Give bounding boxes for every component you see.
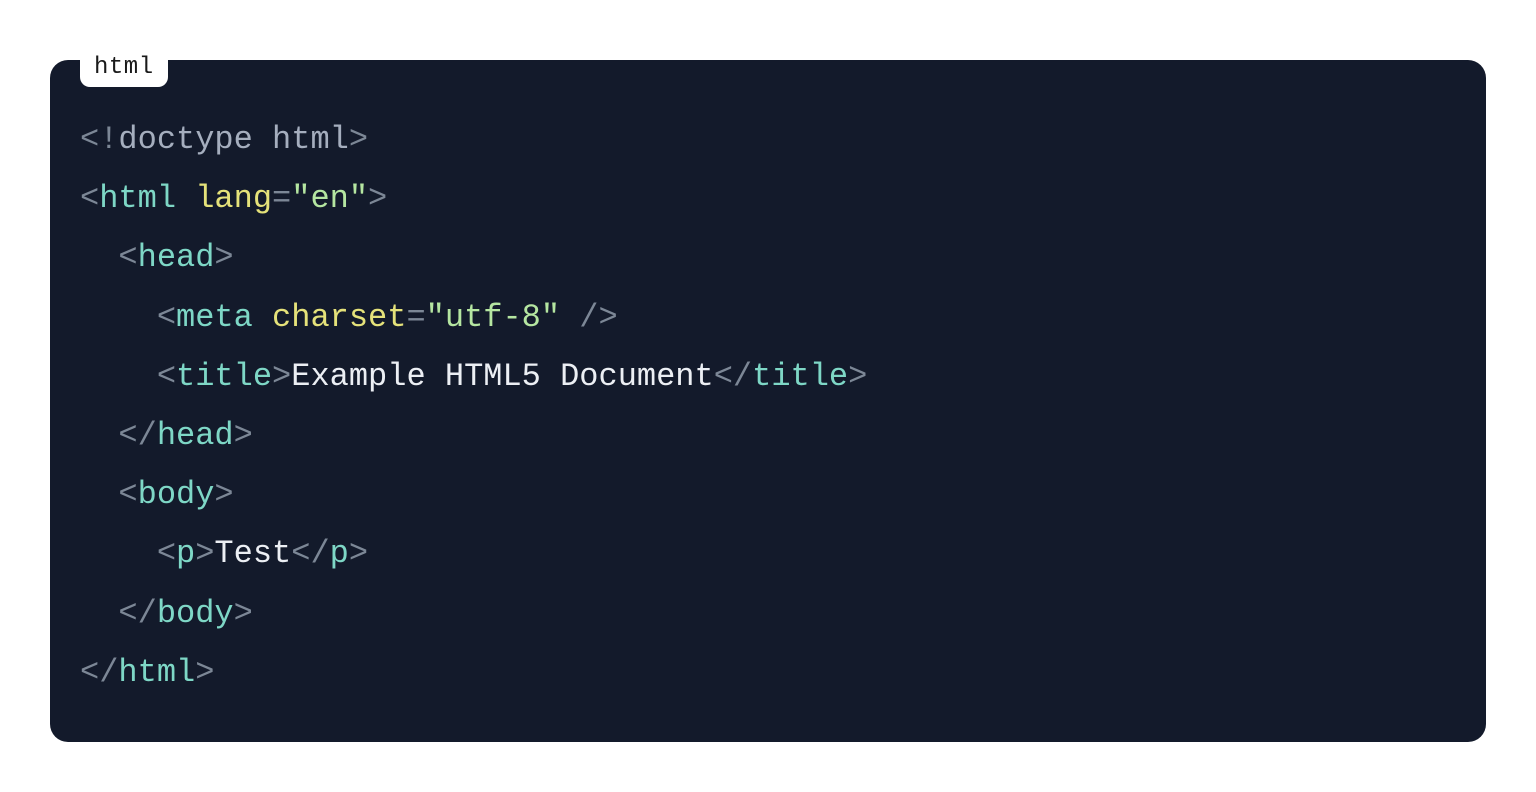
code-token: </	[714, 358, 752, 395]
code-content: <!doctype html> <html lang="en"> <head> …	[80, 110, 1456, 702]
language-badge: html	[80, 50, 168, 87]
code-token: >	[214, 476, 233, 513]
code-token: </	[118, 417, 156, 454]
code-token: "en"	[291, 180, 368, 217]
code-token: >	[234, 417, 253, 454]
code-token: body	[138, 476, 215, 513]
code-token: <	[157, 358, 176, 395]
code-token: <	[157, 535, 176, 572]
code-token: html	[118, 654, 195, 691]
code-token: <	[157, 299, 176, 336]
code-token: Test	[214, 535, 291, 572]
code-token: >	[195, 654, 214, 691]
code-token: >	[195, 535, 214, 572]
code-token: meta	[176, 299, 253, 336]
code-token: doctype html	[118, 121, 348, 158]
code-token: title	[752, 358, 848, 395]
code-token: charset	[272, 299, 406, 336]
code-token: =	[406, 299, 425, 336]
code-token: p	[330, 535, 349, 572]
code-token: p	[176, 535, 195, 572]
code-token: >	[848, 358, 867, 395]
code-token: >	[272, 358, 291, 395]
code-token: />	[560, 299, 618, 336]
code-token	[253, 299, 272, 336]
code-token: html	[99, 180, 176, 217]
code-token: </	[291, 535, 329, 572]
code-token: "utf-8"	[426, 299, 560, 336]
code-token: lang	[195, 180, 272, 217]
code-token	[176, 180, 195, 217]
code-token: head	[157, 417, 234, 454]
code-token: <	[80, 180, 99, 217]
code-token: <	[118, 476, 137, 513]
code-token: title	[176, 358, 272, 395]
code-token: >	[349, 121, 368, 158]
code-token	[80, 595, 118, 632]
code-token: body	[157, 595, 234, 632]
code-token: <	[118, 239, 137, 276]
code-token	[80, 299, 157, 336]
code-token: =	[272, 180, 291, 217]
code-token	[80, 358, 157, 395]
code-token: <!	[80, 121, 118, 158]
code-token: >	[214, 239, 233, 276]
code-token	[80, 239, 118, 276]
code-token	[80, 535, 157, 572]
code-token: >	[349, 535, 368, 572]
code-token: >	[234, 595, 253, 632]
code-block-container: html <!doctype html> <html lang="en"> <h…	[50, 60, 1486, 742]
code-token: Example HTML5 Document	[291, 358, 713, 395]
code-token: >	[368, 180, 387, 217]
code-token: </	[80, 654, 118, 691]
code-token	[80, 417, 118, 454]
code-token: head	[138, 239, 215, 276]
code-token	[80, 476, 118, 513]
code-token: </	[118, 595, 156, 632]
